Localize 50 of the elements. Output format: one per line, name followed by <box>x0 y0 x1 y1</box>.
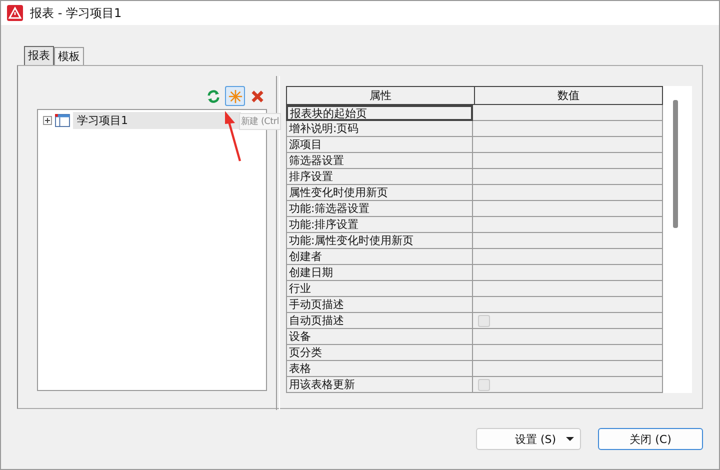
expand-icon[interactable] <box>43 116 52 125</box>
property-name[interactable]: 属性变化时使用新页 <box>286 185 473 201</box>
property-name[interactable]: 创建日期 <box>286 265 473 281</box>
value-cell[interactable] <box>473 313 663 329</box>
property-name[interactable]: 用该表格更新 <box>286 377 473 393</box>
property-name[interactable]: 创建者 <box>286 249 473 265</box>
tooltip: 新建 (Ctrl <box>239 113 281 130</box>
value-cell[interactable] <box>473 297 663 313</box>
value-cell[interactable] <box>473 265 663 281</box>
tab[interactable]: 报表 <box>24 46 54 65</box>
value-cell[interactable] <box>473 345 663 361</box>
property-name[interactable]: 增补说明:页码 <box>286 121 473 137</box>
property-name[interactable]: 手动页描述 <box>286 297 473 313</box>
property-name[interactable]: 页分类 <box>286 345 473 361</box>
property-name[interactable]: 表格 <box>286 361 473 377</box>
property-name[interactable]: 报表块的起始页 <box>286 105 473 121</box>
table-icon <box>55 114 70 127</box>
checkbox[interactable] <box>478 314 490 326</box>
close-button[interactable]: 关闭 (C) <box>598 428 703 450</box>
property-name[interactable]: 功能:筛选器设置 <box>286 201 473 217</box>
dropdown-caret-icon <box>566 437 574 441</box>
value-cell[interactable] <box>473 329 663 345</box>
value-cell[interactable] <box>473 137 663 153</box>
tree-item[interactable]: 学习项目1 <box>73 112 241 129</box>
checkbox[interactable] <box>478 378 490 390</box>
value-cell[interactable] <box>473 169 663 185</box>
tab[interactable]: 模板 <box>54 47 84 65</box>
app-logo-icon <box>7 5 23 21</box>
value-cell[interactable] <box>473 153 663 169</box>
property-name[interactable]: 自动页描述 <box>286 313 473 329</box>
property-name[interactable]: 筛选器设置 <box>286 153 473 169</box>
window-title: 报表 - 学习项目1 <box>30 4 122 22</box>
property-name[interactable]: 排序设置 <box>286 169 473 185</box>
value-cell[interactable] <box>473 233 663 249</box>
property-name[interactable]: 源项目 <box>286 137 473 153</box>
new-button[interactable] <box>225 86 245 106</box>
value-cell[interactable] <box>473 121 663 137</box>
value-cell[interactable] <box>473 249 663 265</box>
value-cell[interactable] <box>473 185 663 201</box>
value-cell[interactable] <box>473 217 663 233</box>
property-name[interactable]: 行业 <box>286 281 473 297</box>
value-cell[interactable] <box>473 361 663 377</box>
property-name[interactable]: 设备 <box>286 329 473 345</box>
settings-button[interactable]: 设置 (S) <box>476 428 581 450</box>
property-name[interactable]: 功能:属性变化时使用新页 <box>286 233 473 249</box>
property-name[interactable]: 功能:排序设置 <box>286 217 473 233</box>
value-cell[interactable] <box>473 377 663 393</box>
value-cell[interactable] <box>473 105 663 121</box>
value-cell[interactable] <box>473 201 663 217</box>
value-cell[interactable] <box>473 281 663 297</box>
